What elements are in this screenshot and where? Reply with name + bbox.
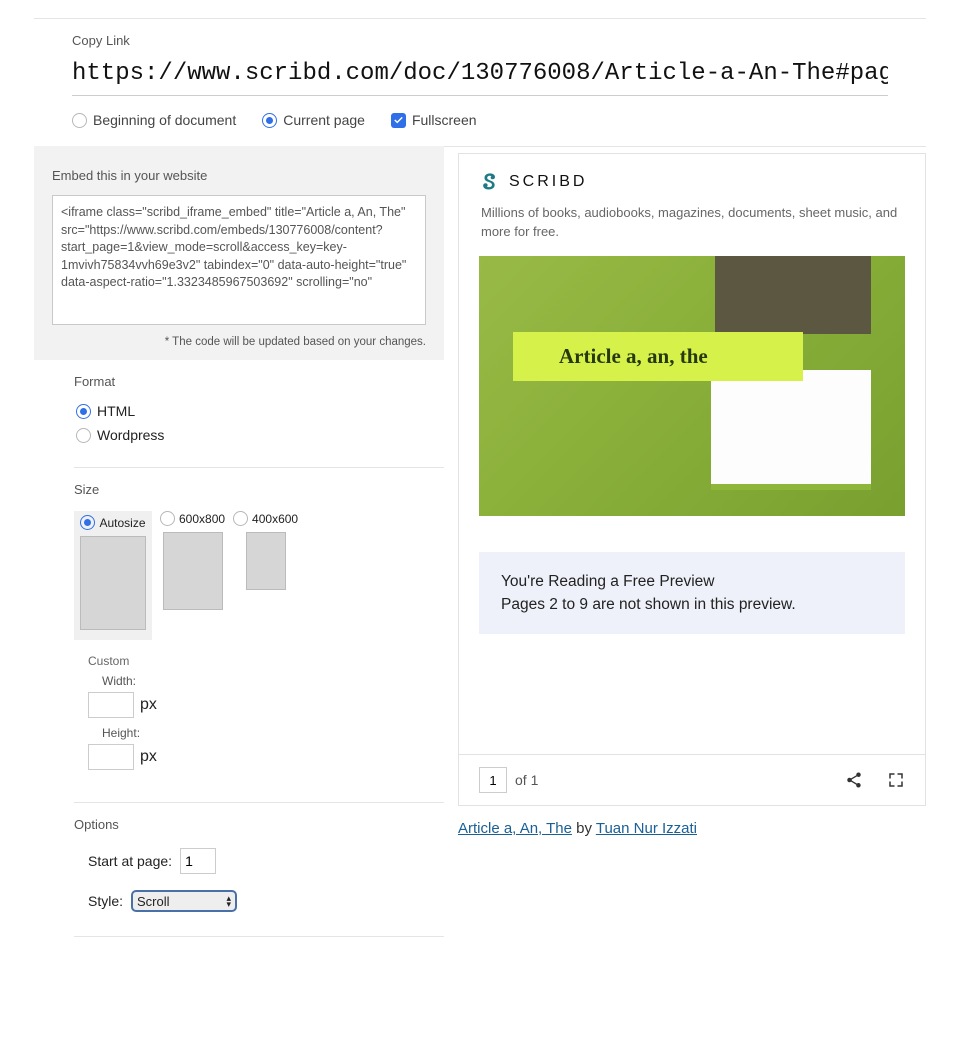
style-label: Style: bbox=[88, 893, 123, 909]
document-title-link[interactable]: Article a, An, The bbox=[458, 820, 572, 837]
select-arrows-icon: ▴▾ bbox=[226, 895, 231, 907]
size-preview-400 bbox=[246, 532, 286, 590]
radio-format-html-label: HTML bbox=[97, 403, 135, 419]
size-autosize[interactable]: Autosize bbox=[74, 511, 152, 640]
width-input[interactable] bbox=[88, 692, 134, 718]
size-preview-autosize bbox=[80, 536, 146, 630]
format-label: Format bbox=[74, 374, 444, 389]
scribd-logo: SCRIBD bbox=[481, 172, 903, 192]
width-label: Width: bbox=[102, 674, 444, 688]
copy-link-label: Copy Link bbox=[72, 33, 888, 48]
radio-beginning[interactable]: Beginning of document bbox=[72, 112, 236, 128]
size-600x800[interactable]: 600x800 bbox=[160, 511, 225, 610]
start-page-label: Start at page: bbox=[88, 853, 172, 869]
radio-current-page[interactable]: Current page bbox=[262, 112, 365, 128]
px-unit-w: px bbox=[140, 696, 157, 714]
document-thumbnail: Article a, an, the bbox=[479, 256, 905, 516]
size-400x600[interactable]: 400x600 bbox=[233, 511, 298, 590]
scribd-mark-icon bbox=[481, 172, 499, 192]
document-title-overlay: Article a, an, the bbox=[513, 332, 803, 381]
style-select[interactable]: Scroll ▴▾ bbox=[131, 890, 237, 912]
page-of-label: of 1 bbox=[515, 772, 538, 788]
page-number-input[interactable] bbox=[479, 767, 507, 793]
height-input[interactable] bbox=[88, 744, 134, 770]
options-label: Options bbox=[74, 817, 444, 832]
document-author-link[interactable]: Tuan Nur Izzati bbox=[596, 820, 697, 837]
radio-format-wordpress-label: Wordpress bbox=[97, 427, 164, 443]
size-preview-600 bbox=[163, 532, 223, 610]
checkbox-fullscreen-label: Fullscreen bbox=[412, 112, 477, 128]
copy-link-input[interactable] bbox=[72, 56, 888, 96]
embed-note: * The code will be updated based on your… bbox=[52, 336, 426, 348]
document-caption: Article a, An, The by Tuan Nur Izzati bbox=[458, 820, 926, 837]
scribd-brand-text: SCRIBD bbox=[509, 173, 587, 191]
embed-code-textarea[interactable]: <iframe class="scribd_iframe_embed" titl… bbox=[52, 195, 426, 325]
radio-current-label: Current page bbox=[283, 112, 365, 128]
radio-format-html[interactable]: HTML bbox=[76, 403, 444, 419]
radio-beginning-label: Beginning of document bbox=[93, 112, 236, 128]
fullscreen-icon[interactable] bbox=[887, 771, 905, 789]
checkbox-fullscreen[interactable]: Fullscreen bbox=[391, 112, 477, 128]
start-page-input[interactable] bbox=[180, 848, 216, 874]
px-unit-h: px bbox=[140, 748, 157, 766]
preview-description: Millions of books, audiobooks, magazines… bbox=[481, 204, 903, 242]
free-preview-notice: You're Reading a Free Preview Pages 2 to… bbox=[479, 552, 905, 635]
height-label: Height: bbox=[102, 726, 444, 740]
custom-size-label: Custom bbox=[88, 654, 444, 668]
embed-label: Embed this in your website bbox=[52, 168, 426, 183]
size-label: Size bbox=[74, 482, 444, 497]
radio-format-wordpress[interactable]: Wordpress bbox=[76, 427, 444, 443]
embed-preview: SCRIBD Millions of books, audiobooks, ma… bbox=[458, 153, 926, 806]
share-icon[interactable] bbox=[845, 771, 863, 789]
